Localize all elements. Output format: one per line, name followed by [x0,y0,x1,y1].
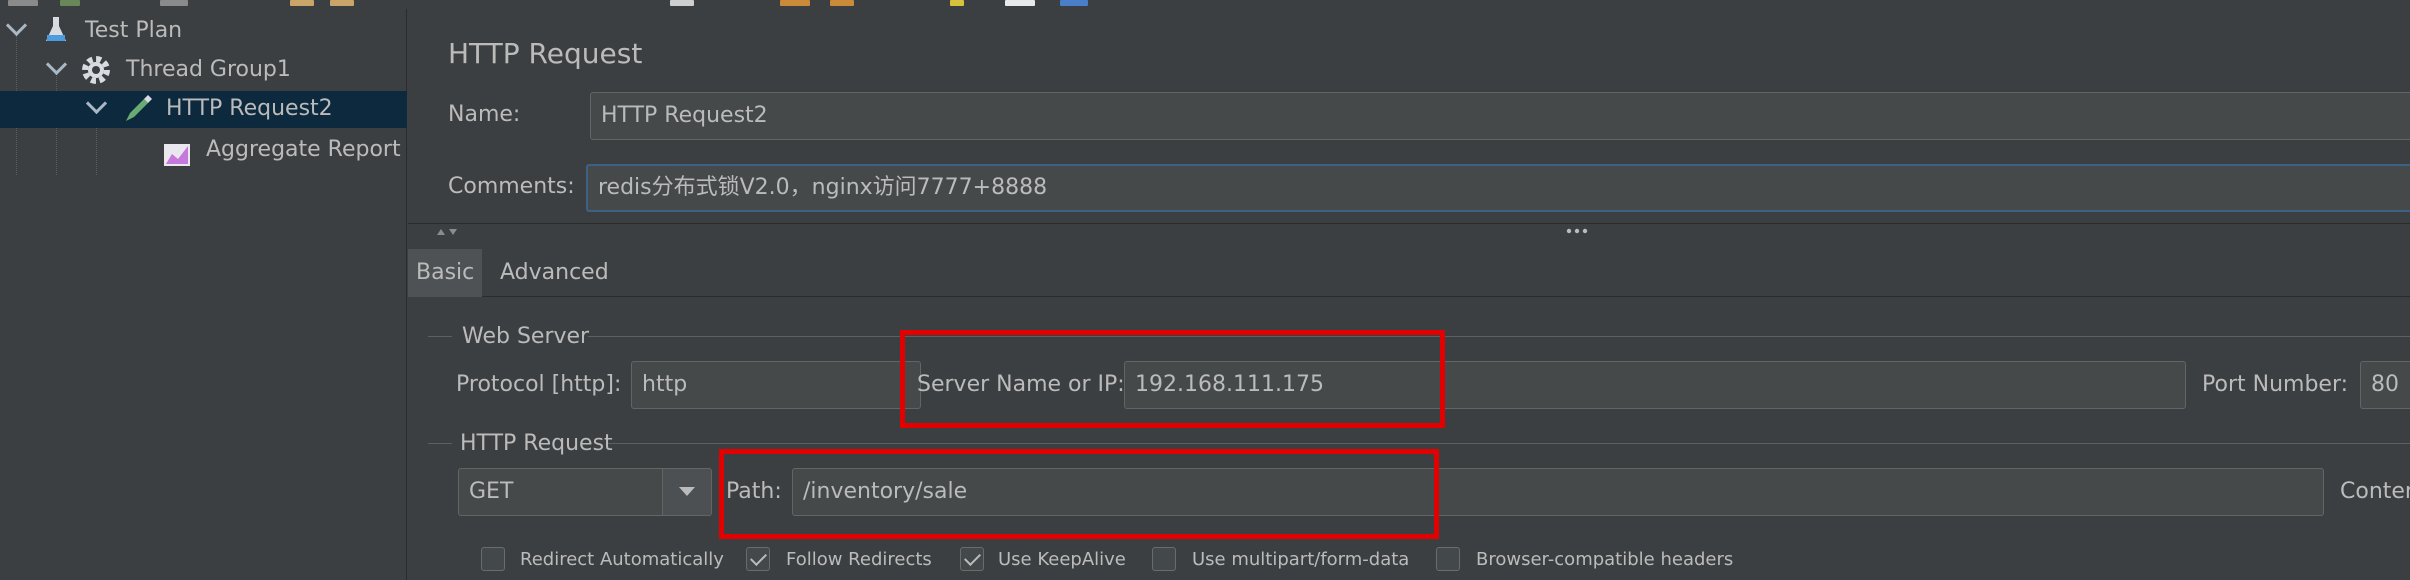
toolbar-icon[interactable] [330,0,354,6]
group-divider [588,336,2410,337]
chevron-down-icon [679,487,695,496]
chart-icon [162,140,192,174]
checkbox-label: Use KeepAlive [998,549,1126,570]
content-encoding-label: Conter [2340,479,2410,504]
tree-item-label: HTTP Request2 [166,96,333,121]
tree-item-label: Test Plan [85,18,183,43]
tree-item-test-plan[interactable]: Test Plan [0,13,407,50]
toolbar [0,0,2410,9]
checkbox-label: Redirect Automatically [520,549,724,570]
comments-field[interactable]: redis分布式锁V2.0，nginx访问7777+8888 [586,164,2410,212]
toolbar-icon[interactable] [670,0,694,6]
tree-item-label: Aggregate Report [206,137,401,162]
test-plan-tree: Test Plan Thread Group1 HTTP Request2 Ag… [0,9,407,580]
protocol-field[interactable]: http [631,361,921,409]
port-number-label: Port Number: [2202,372,2349,397]
http-request-group-label: HTTP Request [460,431,613,456]
checkbox-label: Browser-compatible headers [1476,549,1734,570]
http-request-panel: HTTP Request Name: HTTP Request2 Comment… [408,9,2410,580]
page-title: HTTP Request [448,37,643,70]
server-highlight-box [900,330,1445,428]
flask-icon [44,15,68,49]
tab-advanced[interactable]: Advanced [492,249,617,297]
toolbar-icon[interactable] [60,0,80,6]
use-keepalive-checkbox[interactable] [960,547,984,571]
toolbar-icon[interactable] [1005,0,1035,6]
protocol-label: Protocol [http]: [456,372,622,397]
method-value: GET [469,479,514,504]
chevron-down-icon[interactable] [85,92,108,115]
collapse-arrows-icon[interactable] [436,227,458,237]
splitter[interactable] [408,223,2410,237]
tree-item-label: Thread Group1 [126,57,291,82]
comments-label: Comments: [448,174,575,199]
tree-item-thread-group[interactable]: Thread Group1 [0,52,407,89]
name-label: Name: [448,102,521,127]
toolbar-icon[interactable] [780,0,810,6]
tab-basic[interactable]: Basic [408,249,483,297]
toolbar-icon[interactable] [1060,0,1088,6]
port-number-field[interactable]: 80 [2360,361,2410,409]
pipette-icon [122,93,154,129]
name-field[interactable]: HTTP Request2 [590,92,2410,140]
method-dropdown-button[interactable] [662,469,711,515]
group-divider [608,443,2410,444]
use-multipart-checkbox[interactable] [1152,547,1176,571]
gear-icon [80,54,112,90]
browser-compatible-headers-checkbox[interactable] [1436,547,1460,571]
chevron-down-icon[interactable] [45,53,68,76]
toolbar-icon[interactable] [830,0,854,6]
chevron-down-icon[interactable] [5,14,28,37]
toolbar-icon[interactable] [290,0,314,6]
follow-redirects-checkbox[interactable] [746,547,770,571]
checkbox-label: Follow Redirects [786,549,932,570]
drag-handle-icon[interactable] [1565,227,1589,235]
toolbar-icon[interactable] [8,0,38,6]
checkbox-label: Use multipart/form-data [1192,549,1410,570]
web-server-group-label: Web Server [462,324,590,349]
group-divider [428,443,452,444]
tab-bar: Basic Advanced [408,249,2410,297]
redirect-automatically-checkbox[interactable] [481,547,505,571]
path-highlight-box [719,449,1439,539]
method-select[interactable]: GET [458,468,712,516]
group-divider [428,336,452,337]
toolbar-icon[interactable] [950,0,964,6]
tree-item-http-request[interactable]: HTTP Request2 [0,91,407,128]
tree-item-aggregate-report[interactable]: Aggregate Report [0,137,407,174]
toolbar-icon[interactable] [160,0,188,6]
